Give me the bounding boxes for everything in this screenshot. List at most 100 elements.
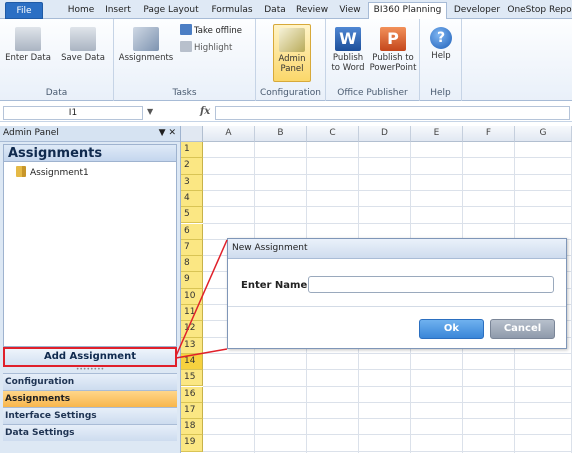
publish-to-powerpoint-button[interactable]: P Publish to PowerPoint [368, 27, 418, 73]
gridline-horizontal [203, 385, 572, 387]
gridline-horizontal [203, 189, 572, 191]
tab-home[interactable]: Home [64, 3, 98, 19]
name-input[interactable] [308, 276, 554, 293]
office-publisher-group: W Publish to Word P Publish to PowerPoin… [326, 19, 420, 101]
take-offline-label: Take offline [194, 26, 242, 36]
admin-panel-button[interactable]: Admin Panel [273, 24, 311, 82]
help-group-label: Help [430, 88, 451, 98]
take-offline-icon [180, 24, 192, 35]
publish-to-word-button[interactable]: W Publish to Word [328, 27, 368, 73]
enter-data-button[interactable]: Enter Data [3, 27, 53, 63]
highlight-label: Highlight [194, 43, 233, 53]
tab-data[interactable]: Data [261, 3, 289, 19]
gridline-horizontal [203, 369, 572, 371]
dialog-divider [228, 306, 566, 307]
folder-icon [16, 166, 26, 177]
admin-panel-title: Admin Panel [3, 128, 59, 138]
column-header[interactable]: C [307, 126, 359, 142]
ok-button[interactable]: Ok [419, 319, 484, 339]
assignments-section-title: Assignments [3, 144, 177, 162]
publish-word-label-1: Publish [332, 53, 364, 63]
take-offline-button[interactable]: Take offline [180, 24, 242, 37]
name-box-dropdown-icon[interactable]: ▼ [147, 107, 153, 116]
cancel-button[interactable]: Cancel [490, 319, 555, 339]
row-header[interactable]: 15 [181, 370, 203, 387]
assignments-button[interactable]: Assignments [118, 27, 174, 63]
assignments-icon [133, 27, 159, 51]
enter-data-label: Enter Data [5, 53, 51, 63]
gridline-horizontal [203, 352, 572, 354]
tab-file[interactable]: File [5, 2, 43, 19]
assignment-label: Assignment1 [30, 168, 89, 178]
row-header[interactable]: 2 [181, 158, 203, 175]
column-header[interactable]: E [411, 126, 463, 142]
column-header[interactable]: F [463, 126, 515, 142]
row-header[interactable]: 13 [181, 337, 203, 354]
save-data-icon [70, 27, 96, 51]
new-assignment-dialog: New Assignment Enter Name: Ok Cancel [227, 238, 567, 349]
insert-function-icon[interactable]: fx [200, 106, 210, 117]
office-publisher-group-label: Office Publisher [337, 88, 408, 98]
name-box[interactable]: I1 [3, 106, 143, 120]
formula-input[interactable] [215, 106, 570, 120]
highlight-button[interactable]: Highlight [180, 41, 232, 54]
tab-developer[interactable]: Developer [451, 3, 503, 19]
save-data-button[interactable]: Save Data [57, 27, 109, 63]
gridline-horizontal [203, 450, 572, 452]
tab-bi360-planning[interactable]: BI360 Planning [368, 2, 447, 19]
name-label: Enter Name: [241, 280, 312, 291]
row-header[interactable]: 8 [181, 256, 203, 273]
row-header[interactable]: 18 [181, 419, 203, 436]
assignments-label: Assignments [118, 53, 174, 63]
column-header[interactable]: G [515, 126, 572, 142]
nav-assignments[interactable]: Assignments [3, 390, 177, 407]
gridline-horizontal [203, 401, 572, 403]
add-assignment-button[interactable]: Add Assignment [3, 347, 177, 367]
select-all-corner[interactable] [181, 126, 203, 142]
row-header[interactable]: 1 [181, 142, 203, 159]
tab-view[interactable]: View [336, 3, 364, 19]
row-header[interactable]: 3 [181, 174, 203, 191]
tab-formulas[interactable]: Formulas [206, 3, 258, 19]
data-group-label: Data [45, 88, 68, 98]
tab-review[interactable]: Review [292, 3, 332, 19]
gridline-horizontal [203, 173, 572, 175]
row-header[interactable]: 5 [181, 207, 203, 224]
nav-data-settings[interactable]: Data Settings [3, 424, 177, 441]
row-header[interactable]: 9 [181, 272, 203, 289]
ribbon: Enter Data Save Data Data Assignments Ta… [0, 19, 572, 101]
admin-panel-icon [279, 28, 305, 52]
row-header[interactable]: 4 [181, 190, 203, 208]
admin-panel: Admin Panel ▼ ✕ Assignments Assignment1 … [0, 126, 181, 453]
nav-interface-settings[interactable]: Interface Settings [3, 407, 177, 424]
configuration-group-label: Configuration [259, 88, 322, 98]
tab-insert[interactable]: Insert [100, 3, 136, 19]
highlight-icon [180, 41, 192, 52]
row-header[interactable]: 14 [181, 353, 203, 371]
help-button[interactable]: ? Help [424, 27, 458, 61]
column-header[interactable]: A [203, 126, 255, 142]
nav-configuration[interactable]: Configuration [3, 373, 177, 390]
word-icon: W [335, 27, 361, 51]
admin-panel-controls[interactable]: ▼ ✕ [159, 126, 176, 141]
tab-onestop-repo[interactable]: OneStop Repo [507, 3, 572, 19]
row-header[interactable]: 11 [181, 305, 203, 322]
enter-data-icon [15, 27, 41, 51]
column-header[interactable]: D [359, 126, 411, 142]
column-header[interactable]: B [255, 126, 307, 142]
tab-page-layout[interactable]: Page Layout [140, 3, 202, 19]
row-header[interactable]: 6 [181, 223, 203, 240]
row-header[interactable]: 7 [181, 239, 203, 257]
row-header[interactable]: 19 [181, 435, 203, 452]
row-header[interactable]: 12 [181, 321, 203, 338]
gridline-horizontal [203, 418, 572, 420]
list-item[interactable]: Assignment1 [16, 166, 89, 179]
save-data-label: Save Data [61, 53, 105, 63]
row-header[interactable]: 10 [181, 288, 203, 305]
publish-ppt-label-2: PowerPoint [369, 63, 417, 73]
row-header[interactable]: 17 [181, 402, 203, 420]
row-header[interactable]: 16 [181, 386, 203, 403]
admin-panel-label-2: Panel [280, 64, 304, 74]
help-icon: ? [430, 27, 452, 49]
help-label: Help [431, 51, 451, 61]
